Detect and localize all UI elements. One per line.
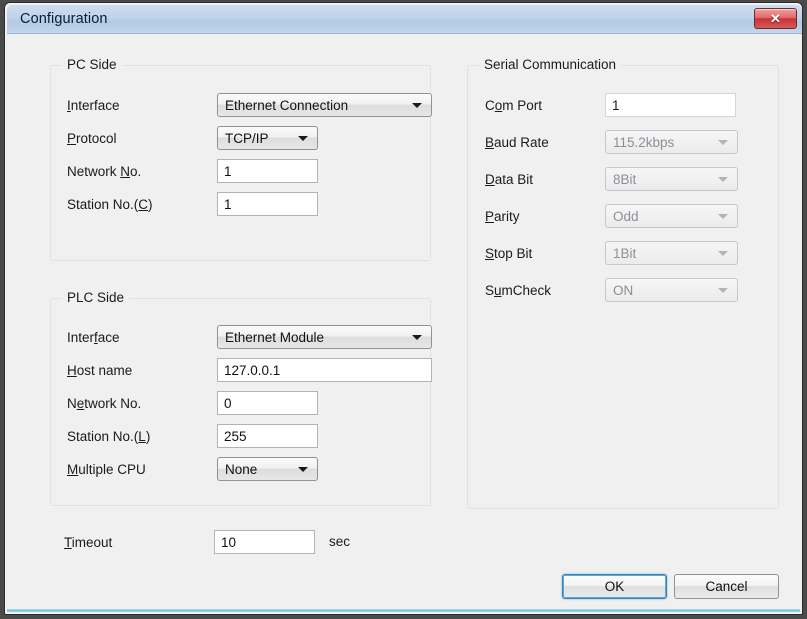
window-bottom-accent	[7, 609, 800, 612]
row-pc-interface: Interface	[67, 93, 120, 117]
row-pc-protocol: Protocol	[67, 126, 117, 150]
combo-pc-protocol-value: TCP/IP	[225, 130, 269, 146]
chevron-down-icon	[298, 136, 308, 141]
input-pc-station-no[interactable]	[217, 192, 318, 216]
dialog-client-area: PC Side Interface Ethernet Connection Pr…	[7, 34, 802, 609]
chevron-down-icon	[412, 103, 422, 108]
combo-plc-multiple-cpu[interactable]: None	[217, 457, 318, 481]
chevron-down-icon	[718, 177, 728, 182]
label-baud-rate: Baud Rate	[485, 134, 549, 150]
combo-baud-rate: 115.2kbps	[605, 130, 738, 154]
chevron-down-icon	[718, 140, 728, 145]
label-data-bit: Data Bit	[485, 171, 534, 187]
label-plc-interface: Interface	[67, 329, 120, 345]
combo-parity: Odd	[605, 204, 738, 228]
window-title: Configuration	[20, 11, 108, 27]
combo-stop-bit-value: 1Bit	[613, 245, 637, 261]
row-plc-station-no: Station No.(L)	[67, 424, 150, 448]
combo-sum-check: ON	[605, 278, 738, 302]
group-plc-side-title: PLC Side	[62, 290, 130, 305]
input-plc-host-name[interactable]	[217, 358, 432, 382]
close-icon: ✕	[770, 11, 781, 26]
close-button[interactable]: ✕	[754, 8, 797, 29]
label-timeout-unit: sec	[329, 534, 351, 549]
input-plc-station-no[interactable]	[217, 424, 318, 448]
group-serial-communication: Serial Communication Com Port Baud Rate …	[467, 57, 779, 509]
input-timeout[interactable]	[214, 530, 315, 554]
label-plc-network-no: Network No.	[67, 395, 142, 411]
group-pc-side: PC Side Interface Ethernet Connection Pr…	[50, 57, 432, 261]
input-plc-network-no[interactable]	[217, 391, 318, 415]
row-plc-interface: Interface	[67, 325, 120, 349]
chevron-down-icon	[718, 214, 728, 219]
combo-parity-value: Odd	[613, 208, 639, 224]
cancel-button[interactable]: Cancel	[674, 574, 779, 599]
chevron-down-icon	[412, 335, 422, 340]
ok-button[interactable]: OK	[562, 574, 667, 599]
label-parity: Parity	[485, 208, 520, 224]
input-pc-network-no[interactable]	[217, 159, 318, 183]
combo-plc-multiple-cpu-value: None	[225, 461, 258, 477]
label-plc-host-name: Host name	[67, 362, 133, 378]
input-com-port[interactable]	[605, 93, 736, 117]
group-serial-title: Serial Communication	[479, 57, 622, 72]
label-stop-bit: Stop Bit	[485, 245, 533, 261]
group-plc-side: PLC Side Interface Ethernet Module Host …	[50, 290, 432, 506]
row-pc-station-no: Station No.(C)	[67, 192, 153, 216]
row-parity: Parity	[485, 204, 520, 228]
combo-sum-check-value: ON	[613, 282, 634, 298]
row-sum-check: SumCheck	[485, 278, 551, 302]
combo-pc-interface-value: Ethernet Connection	[225, 97, 349, 113]
label-timeout: Timeout	[64, 534, 113, 550]
row-com-port: Com Port	[485, 93, 542, 117]
row-plc-network-no: Network No.	[67, 391, 141, 415]
row-data-bit: Data Bit	[485, 167, 533, 191]
window-frame-inner: Configuration ✕ PC Side Interface Ethern…	[5, 3, 802, 614]
label-pc-station-no: Station No.(C)	[67, 196, 153, 212]
label-pc-protocol: Protocol	[67, 130, 117, 146]
combo-stop-bit: 1Bit	[605, 241, 738, 265]
title-bar[interactable]: Configuration ✕	[7, 5, 802, 34]
row-baud-rate: Baud Rate	[485, 130, 549, 154]
row-timeout: Timeout	[64, 530, 112, 554]
label-plc-multiple-cpu: Multiple CPU	[67, 461, 146, 477]
chevron-down-icon	[718, 251, 728, 256]
combo-data-bit-value: 8Bit	[613, 171, 637, 187]
combo-pc-interface[interactable]: Ethernet Connection	[217, 93, 432, 117]
chevron-down-icon	[298, 467, 308, 472]
configuration-dialog: Configuration ✕ PC Side Interface Ethern…	[0, 0, 807, 619]
combo-plc-interface-value: Ethernet Module	[225, 329, 325, 345]
row-plc-multiple-cpu: Multiple CPU	[67, 457, 146, 481]
combo-pc-protocol[interactable]: TCP/IP	[217, 126, 318, 150]
row-pc-network-no: Network No.	[67, 159, 141, 183]
label-com-port: Com Port	[485, 97, 543, 113]
chevron-down-icon	[718, 288, 728, 293]
combo-baud-rate-value: 115.2kbps	[613, 134, 675, 150]
label-pc-network-no: Network No.	[67, 163, 142, 179]
row-stop-bit: Stop Bit	[485, 241, 532, 265]
label-pc-interface: Interface	[67, 97, 120, 113]
label-plc-station-no: Station No.(L)	[67, 428, 151, 444]
combo-data-bit: 8Bit	[605, 167, 738, 191]
combo-plc-interface[interactable]: Ethernet Module	[217, 325, 432, 349]
window-frame: Configuration ✕ PC Side Interface Ethern…	[4, 2, 803, 615]
label-sum-check: SumCheck	[485, 282, 552, 298]
group-pc-side-title: PC Side	[62, 57, 122, 72]
row-plc-host-name: Host name	[67, 358, 132, 382]
